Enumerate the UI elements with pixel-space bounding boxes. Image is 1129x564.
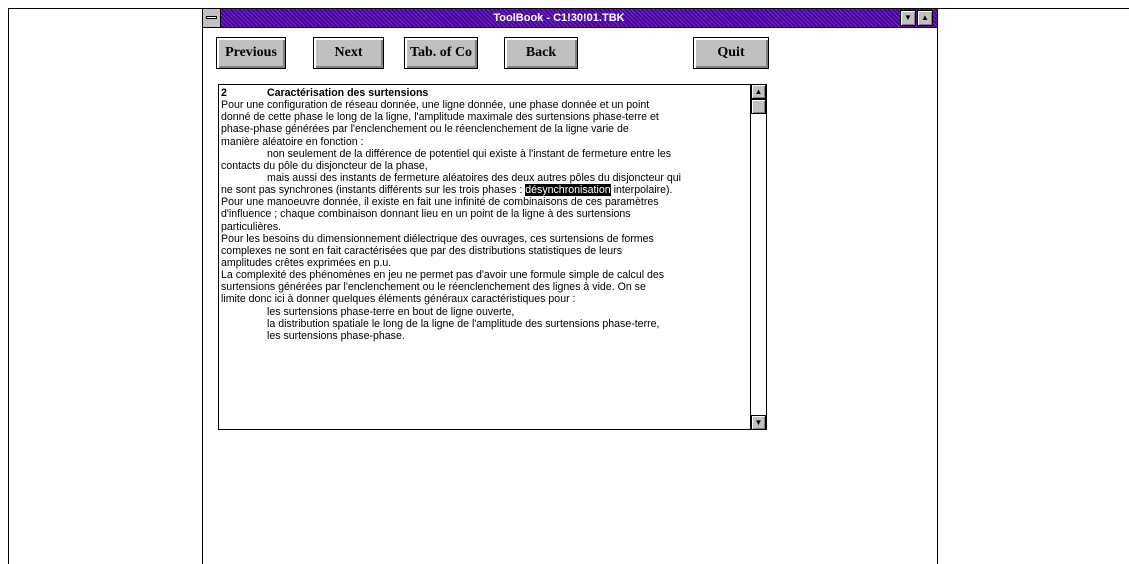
next-button[interactable]: Next bbox=[313, 37, 384, 69]
text-segment: ne sont pas synchrones (instants différe… bbox=[221, 184, 526, 197]
text-line: amplitudes crêtes exprimées en p.u. bbox=[221, 256, 392, 269]
text-line: la distribution spatiale le long de la l… bbox=[267, 317, 660, 330]
minimize-button[interactable]: ▼ bbox=[900, 10, 916, 26]
text-line: Pour une configuration de réseau donnée,… bbox=[221, 99, 650, 112]
text-segment: interpolaire). bbox=[610, 184, 673, 197]
system-menu-button[interactable] bbox=[203, 9, 221, 27]
text-line: manière aléatoire en fonction : bbox=[221, 135, 364, 148]
text-line: surtensions générées par l'enclenchement… bbox=[221, 281, 646, 294]
previous-button[interactable]: Previous bbox=[216, 37, 286, 69]
scroll-up-button[interactable]: ▲ bbox=[751, 85, 766, 99]
text-line: Pour les besoins du dimensionnement diél… bbox=[221, 232, 654, 245]
text-line: particulières. bbox=[221, 220, 282, 233]
scroll-thumb[interactable] bbox=[751, 99, 766, 114]
document-text-field[interactable]: 2 Caractérisation des surtensions Pour un… bbox=[218, 84, 767, 430]
text-line: les surtensions phase-phase. bbox=[267, 329, 405, 342]
text-line: La complexité des phénomènes en jeu ne p… bbox=[221, 269, 665, 282]
scroll-down-button[interactable]: ▼ bbox=[751, 415, 766, 429]
highlighted-term[interactable]: désynchronisation bbox=[525, 184, 611, 197]
quit-button[interactable]: Quit bbox=[693, 37, 769, 69]
toolbook-window: ToolBook - C1!30!01.TBK ▼ ▲ Previous Nex… bbox=[202, 9, 938, 564]
title-bar[interactable]: ToolBook - C1!30!01.TBK ▼ ▲ bbox=[203, 9, 937, 28]
text-line: les surtensions phase-terre en bout de l… bbox=[267, 305, 515, 318]
heading-title: Caractérisation des surtensions bbox=[267, 87, 429, 99]
text-line: contacts du pôle du disjoncteur de la ph… bbox=[221, 159, 428, 172]
text-line: non seulement de la différence de potent… bbox=[267, 147, 672, 160]
heading-number: 2 bbox=[221, 87, 227, 99]
vertical-scrollbar[interactable]: ▲ ▼ bbox=[750, 85, 766, 429]
maximize-button[interactable]: ▲ bbox=[917, 10, 933, 26]
text-line: phase-phase générées par l'enclenchement… bbox=[221, 123, 629, 136]
text-line: donné de cette phase le long de la ligne… bbox=[221, 111, 659, 124]
system-menu-icon bbox=[206, 16, 217, 19]
text-line: limite donc ici à donner quelques élémen… bbox=[221, 293, 576, 306]
text-line: complexes ne sont en fait caractérisées … bbox=[221, 244, 623, 257]
back-button[interactable]: Back bbox=[504, 37, 578, 69]
window-title: ToolBook - C1!30!01.TBK bbox=[493, 12, 625, 24]
heading-line: 2 Caractérisation des surtensions bbox=[221, 87, 749, 99]
text-line: ne sont pas synchrones (instants différe… bbox=[221, 184, 749, 197]
document-body: 2 Caractérisation des surtensions Pour un… bbox=[221, 87, 749, 342]
text-line: Pour une manoeuvre donnée, il existe en … bbox=[221, 196, 659, 209]
text-line: d'influence ; chaque combinaison donnant… bbox=[221, 208, 631, 221]
text-line: mais aussi des instants de fermeture alé… bbox=[267, 171, 681, 184]
table-of-contents-button[interactable]: Tab. of Co bbox=[404, 37, 478, 69]
